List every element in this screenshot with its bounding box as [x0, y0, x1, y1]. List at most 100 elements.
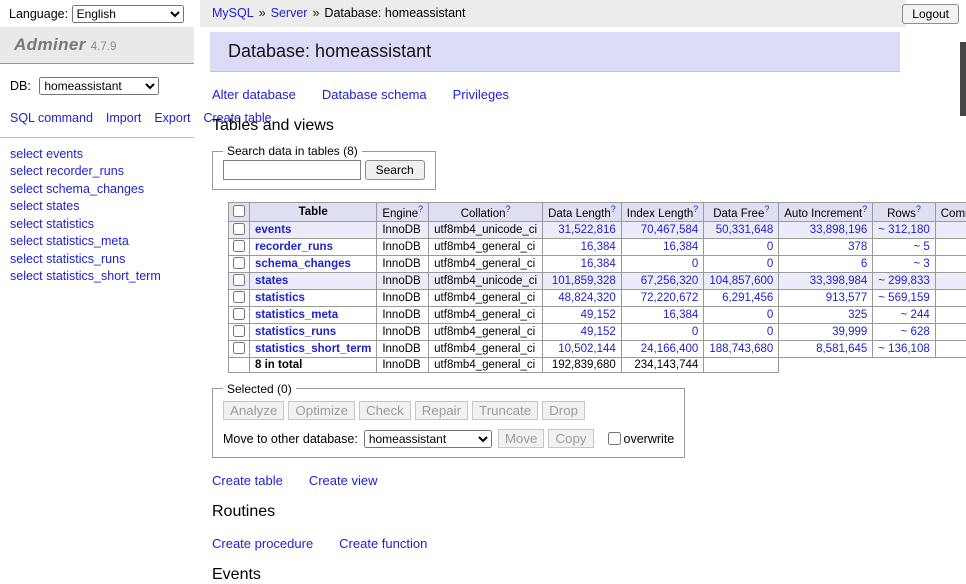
- db-nav-link[interactable]: Privileges: [453, 87, 509, 102]
- sidebar-action-link[interactable]: Export: [154, 111, 190, 125]
- data-length-link[interactable]: 49,152: [581, 309, 616, 321]
- row-checkbox[interactable]: [233, 223, 245, 235]
- overwrite-checkbox[interactable]: [608, 432, 621, 445]
- auto-increment-link[interactable]: 6: [861, 258, 867, 270]
- auto-increment-link[interactable]: 33,398,984: [810, 275, 868, 287]
- help-link[interactable]: ?: [862, 204, 867, 214]
- index-length-cell: 24,166,400: [621, 340, 704, 357]
- move-db-select[interactable]: homeassistant: [364, 430, 492, 448]
- create-link[interactable]: Create table: [212, 473, 283, 488]
- help-link[interactable]: ?: [611, 204, 616, 214]
- data-length-link[interactable]: 48,824,320: [558, 292, 616, 304]
- index-length-link[interactable]: 16,384: [663, 309, 698, 321]
- table-name-link[interactable]: events: [255, 224, 291, 236]
- sidebar-table-link[interactable]: select events: [10, 146, 184, 164]
- copy-button: Copy: [548, 429, 593, 448]
- routine-link[interactable]: Create function: [339, 536, 427, 551]
- rows-count-link[interactable]: ~ 628: [901, 326, 930, 338]
- table-name-link[interactable]: schema_changes: [255, 258, 351, 270]
- table-name-link[interactable]: statistics_short_term: [255, 343, 371, 355]
- search-input[interactable]: [223, 160, 361, 180]
- row-checkbox[interactable]: [233, 257, 245, 269]
- auto-increment-cell: 325: [779, 306, 873, 323]
- select-all-checkbox[interactable]: [233, 205, 245, 217]
- selected-fieldset: Selected (0) AnalyzeOptimizeCheckRepairT…: [212, 382, 685, 458]
- rows-count-link[interactable]: ~ 569,159: [878, 292, 929, 304]
- help-link[interactable]: ?: [418, 204, 423, 214]
- row-checkbox[interactable]: [233, 325, 245, 337]
- index-length-link[interactable]: 0: [692, 326, 698, 338]
- logout-button[interactable]: Logout: [902, 4, 959, 24]
- auto-increment-link[interactable]: 33,898,196: [810, 224, 868, 236]
- table-name-link[interactable]: statistics: [255, 292, 305, 304]
- sidebar-table-link[interactable]: select statistics_short_term: [10, 268, 184, 286]
- db-nav-link[interactable]: Alter database: [212, 87, 296, 102]
- sidebar-table-link[interactable]: select recorder_runs: [10, 163, 184, 181]
- help-link[interactable]: ?: [505, 204, 510, 214]
- selected-action-button: Analyze: [223, 401, 284, 420]
- create-link[interactable]: Create view: [309, 473, 378, 488]
- index-length-link[interactable]: 0: [692, 258, 698, 270]
- auto-increment-link[interactable]: 378: [848, 241, 867, 253]
- auto-increment-link[interactable]: 8,581,645: [816, 343, 867, 355]
- data-free-link[interactable]: 50,331,648: [716, 224, 774, 236]
- sidebar-table-link[interactable]: select statistics_runs: [10, 251, 184, 269]
- search-button[interactable]: Search: [365, 160, 425, 180]
- data-free-link[interactable]: 0: [767, 258, 773, 270]
- sidebar-table-link[interactable]: select statistics_meta: [10, 233, 184, 251]
- sidebar-table-link[interactable]: select statistics: [10, 216, 184, 234]
- index-length-link[interactable]: 16,384: [663, 241, 698, 253]
- data-length-link[interactable]: 101,859,328: [552, 275, 616, 287]
- row-checkbox[interactable]: [233, 342, 245, 354]
- row-checkbox[interactable]: [233, 308, 245, 320]
- row-checkbox[interactable]: [233, 274, 245, 286]
- auto-increment-link[interactable]: 39,999: [832, 326, 867, 338]
- collation-cell: utf8mb4_general_ci: [429, 238, 543, 255]
- table-name-link[interactable]: statistics_runs: [255, 326, 336, 338]
- rows-count-link[interactable]: ~ 136,108: [878, 343, 929, 355]
- sidebar-table-link[interactable]: select states: [10, 198, 184, 216]
- data-free-link[interactable]: 0: [767, 309, 773, 321]
- rows-count-link[interactable]: ~ 5: [913, 241, 929, 253]
- data-free-link[interactable]: 6,291,456: [722, 292, 773, 304]
- row-checkbox[interactable]: [233, 240, 245, 252]
- table-name-link[interactable]: states: [255, 275, 288, 287]
- data-free-link[interactable]: 0: [767, 241, 773, 253]
- db-select[interactable]: homeassistant: [39, 77, 159, 95]
- data-length-link[interactable]: 16,384: [581, 241, 616, 253]
- rows-count-cell: ~ 299,833: [873, 272, 935, 289]
- table-name-link[interactable]: statistics_meta: [255, 309, 338, 321]
- data-free-link[interactable]: 0: [767, 326, 773, 338]
- data-free-link[interactable]: 188,743,680: [709, 343, 773, 355]
- index-length-link[interactable]: 24,166,400: [641, 343, 699, 355]
- auto-increment-link[interactable]: 325: [848, 309, 867, 321]
- data-length-link[interactable]: 31,522,816: [558, 224, 616, 236]
- help-link[interactable]: ?: [693, 204, 698, 214]
- rows-count-link[interactable]: ~ 299,833: [878, 275, 929, 287]
- sidebar-action-link[interactable]: Import: [106, 111, 141, 125]
- data-length-link[interactable]: 16,384: [581, 258, 616, 270]
- breadcrumb-link-mysql[interactable]: MySQL: [212, 6, 254, 20]
- language-select[interactable]: English: [72, 5, 184, 23]
- index-length-link[interactable]: 72,220,672: [641, 292, 699, 304]
- sidebar-table-link[interactable]: select schema_changes: [10, 181, 184, 199]
- data-free-link[interactable]: 104,857,600: [709, 275, 773, 287]
- data-free-cell: 6,291,456: [704, 289, 779, 306]
- row-checkbox[interactable]: [233, 291, 245, 303]
- help-link[interactable]: ?: [916, 204, 921, 214]
- rows-count-link[interactable]: ~ 312,180: [878, 224, 929, 236]
- app-logo[interactable]: Adminer4.7.9: [0, 27, 194, 64]
- index-length-link[interactable]: 67,256,320: [641, 275, 699, 287]
- index-length-link[interactable]: 70,467,584: [641, 224, 699, 236]
- data-length-link[interactable]: 49,152: [581, 326, 616, 338]
- rows-count-link[interactable]: ~ 3: [913, 258, 929, 270]
- data-length-link[interactable]: 10,502,144: [558, 343, 616, 355]
- routine-link[interactable]: Create procedure: [212, 536, 313, 551]
- breadcrumb-link-server[interactable]: Server: [271, 6, 308, 20]
- auto-increment-link[interactable]: 913,577: [826, 292, 868, 304]
- table-name-link[interactable]: recorder_runs: [255, 241, 333, 253]
- rows-count-link[interactable]: ~ 244: [901, 309, 930, 321]
- db-nav-link[interactable]: Database schema: [322, 87, 427, 102]
- sidebar-action-link[interactable]: SQL command: [10, 111, 93, 125]
- help-link[interactable]: ?: [764, 204, 769, 214]
